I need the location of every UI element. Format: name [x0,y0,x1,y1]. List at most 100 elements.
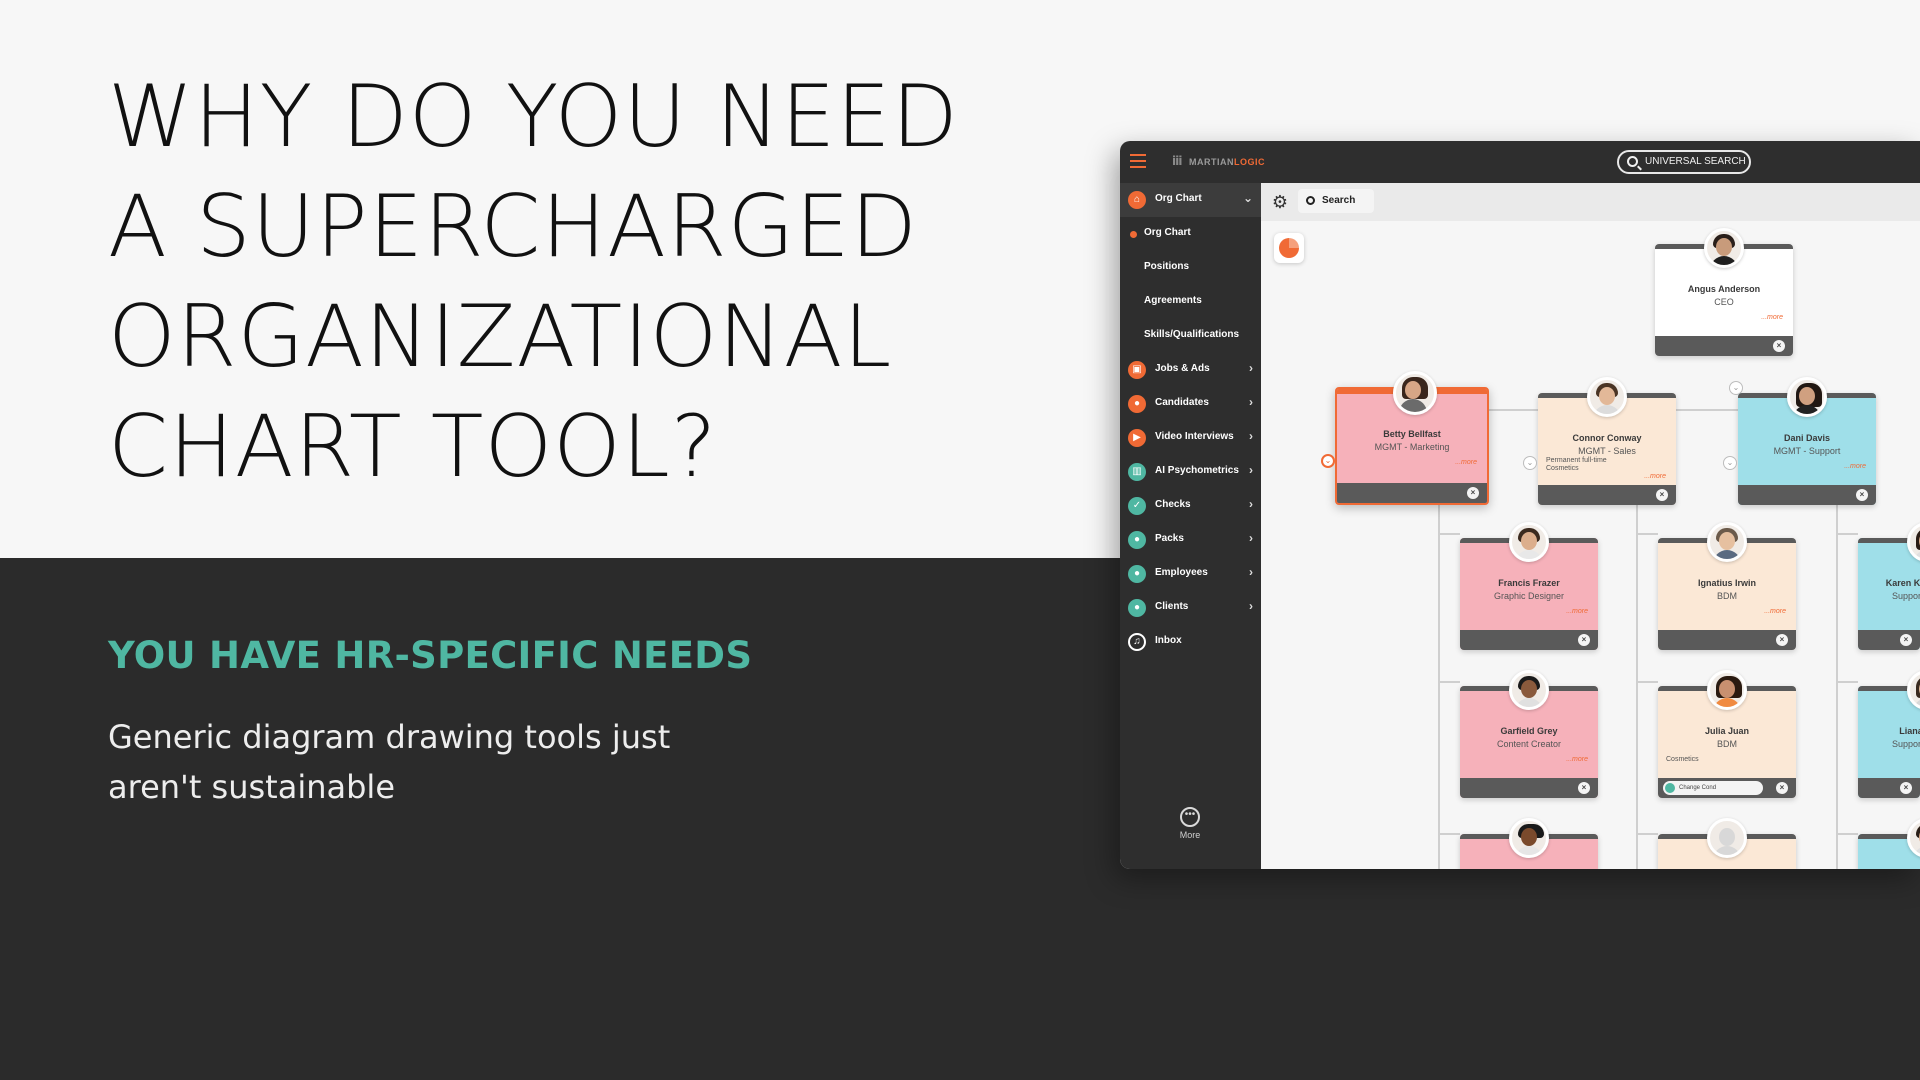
card-name: Connor Conway [1572,433,1642,443]
card-name: Ignatius Irwin [1697,578,1756,588]
close-icon[interactable]: × [1776,634,1788,646]
avatar [1587,377,1627,417]
headline: WHY DO YOU NEED A SUPERCHARGED ORGANIZAT… [108,62,988,502]
avatar [1393,371,1437,415]
nav-packs[interactable]: ● Packs › [1120,523,1261,557]
close-icon[interactable]: × [1776,782,1788,794]
connector-line [1836,489,1838,869]
card-role: Support Assistant [1891,739,1920,749]
avatar [1704,228,1744,268]
subheading: YOU HAVE HR-SPECIFIC NEEDS [108,634,753,677]
chevron-right-icon: › [1249,531,1253,545]
more-icon: ••• [1180,807,1200,827]
connector-line [1636,833,1658,835]
headline-line-3: ORGANIZATIONAL [108,287,893,387]
card-role: Content Creator [1496,739,1562,749]
expand-toggle-icon[interactable]: ⌄ [1523,456,1537,470]
card-role: MGMT - Support [1773,446,1841,456]
pie-chart-icon [1279,238,1299,258]
close-icon[interactable]: × [1773,340,1785,352]
close-icon[interactable]: × [1578,634,1590,646]
card-more-link[interactable]: ...more [1844,463,1866,470]
bell-icon: ♫ [1128,633,1146,651]
search-icon [1306,196,1315,205]
nav-checks[interactable]: ✓ Checks › [1120,489,1261,523]
avatar [1787,377,1827,417]
org-chart-canvas[interactable]: ⚙ Search Angus Anderson CEO ...more × ⌄ … [1261,183,1920,869]
headline-line-1: WHY DO YOU NEED [108,67,959,167]
card-role: Graphic Designer [1493,591,1565,601]
more-button[interactable]: ••• More [1170,807,1210,840]
subnav-agreements[interactable]: Agreements [1120,285,1261,319]
chevron-right-icon: › [1249,463,1253,477]
subnav-skills[interactable]: Skills/Qualifications [1120,319,1261,353]
card-more-link[interactable]: ...more [1455,459,1477,466]
card-role: CEO [1714,297,1734,307]
active-dot [1130,231,1137,238]
close-icon[interactable]: × [1467,487,1479,499]
universal-search-button[interactable]: UNIVERSAL SEARCH [1617,150,1751,174]
chevron-right-icon: › [1249,395,1253,409]
card-extra: Permanent full-time Cosmetics [1546,457,1607,472]
app-screenshot: ⅲ MARTIANLOGIC UNIVERSAL SEARCH ⌂ Org Char… [1120,141,1920,869]
card-name: Betty Bellfast [1383,429,1441,439]
avatar [1707,522,1747,562]
close-icon[interactable]: × [1578,782,1590,794]
close-icon[interactable]: × [1856,489,1868,501]
nav-jobs-ads[interactable]: ▣ Jobs & Ads › [1120,353,1261,387]
gear-icon[interactable]: ⚙ [1269,191,1291,213]
close-icon[interactable]: × [1656,489,1668,501]
jobs-icon: ▣ [1128,361,1146,379]
logo-text: MARTIAN [1188,157,1234,167]
logo-mark-icon: ⅲ [1172,154,1183,168]
psychometrics-icon: ▥ [1128,463,1146,481]
card-name: Julia Juan [1704,726,1749,736]
card-more-link[interactable]: ...more [1566,756,1588,763]
avatar [1707,670,1747,710]
headline-line-2: A SUPERCHARGED [108,177,918,277]
pie-chart-button[interactable] [1274,233,1304,263]
card-name: Karen Kurtzenstien [1885,578,1920,588]
more-label: More [1179,830,1201,840]
card-name: Francis Frazer [1498,578,1560,588]
checks-icon: ✓ [1128,497,1146,515]
card-role: Support Assistant [1891,591,1920,601]
nav-video-interviews[interactable]: ▶ Video Interviews › [1120,421,1261,455]
search-button[interactable]: Search [1298,189,1374,213]
nav-employees[interactable]: ● Employees › [1120,557,1261,591]
search-icon [1627,156,1638,167]
card-more-link[interactable]: ...more [1644,473,1666,480]
chevron-right-icon: › [1249,429,1253,443]
headline-line-4: CHART TOOL? [108,397,718,497]
collapse-toggle-icon[interactable]: ⌄ [1321,454,1335,468]
card-more-link[interactable]: ...more [1764,608,1786,615]
app-topbar: ⅲ MARTIANLOGIC UNIVERSAL SEARCH [1120,141,1920,183]
expand-toggle-icon[interactable]: ⌄ [1723,456,1737,470]
subnav-positions[interactable]: Positions [1120,251,1261,285]
card-more-link[interactable]: ...more [1761,314,1783,321]
connector-line [1836,533,1858,535]
vacant-avatar [1707,818,1747,858]
candidates-icon: ● [1128,395,1146,413]
card-name: Liana Lesher [1899,726,1920,736]
card-more-link[interactable]: ...more [1566,608,1588,615]
close-icon[interactable]: × [1900,634,1912,646]
card-name: Garfield Grey [1500,726,1558,736]
avatar [1509,818,1549,858]
canvas-toolbar: ⚙ Search [1261,183,1920,221]
subnav-org-chart[interactable]: Org Chart [1120,217,1261,251]
nav-ai-psychometrics[interactable]: ▥ AI Psychometrics › [1120,455,1261,489]
close-icon[interactable]: × [1900,782,1912,794]
nav-inbox[interactable]: ♫ Inbox [1120,625,1261,659]
chevron-right-icon: › [1249,361,1253,375]
nav-org-chart[interactable]: ⌂ Org Chart ⌄ [1120,183,1261,217]
employees-icon: ● [1128,565,1146,583]
clients-icon: ● [1128,599,1146,617]
change-cond-pill[interactable]: Change Cond [1663,781,1763,795]
card-extra: Cosmetics [1666,756,1699,763]
universal-search-label: UNIVERSAL SEARCH [1645,156,1746,167]
hamburger-icon[interactable] [1130,154,1146,168]
nav-clients[interactable]: ● Clients › [1120,591,1261,625]
chevron-right-icon: › [1249,565,1253,579]
nav-candidates[interactable]: ● Candidates › [1120,387,1261,421]
